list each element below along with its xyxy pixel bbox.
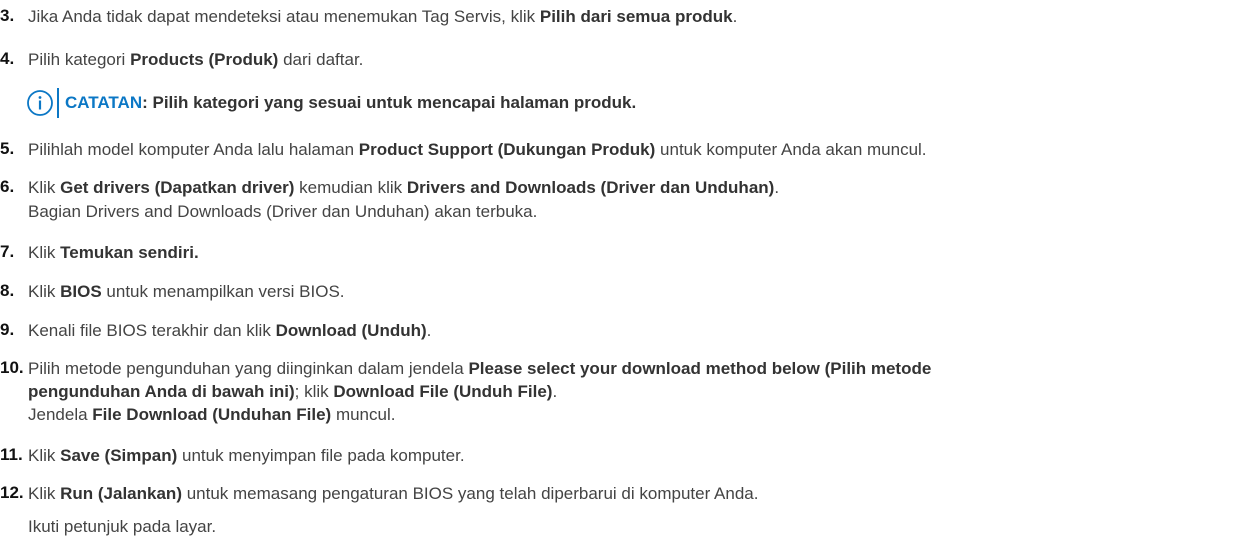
final-instruction-text: Ikuti petunjuk pada layar. <box>28 517 217 536</box>
step-number: 8. <box>0 281 15 300</box>
step-subtext: Bagian Drivers and Downloads (Driver dan… <box>28 202 538 221</box>
step-text-line-2: pengunduhan Anda di bawah ini); klik Dow… <box>28 382 558 401</box>
step-text: Klik Save (Simpan) untuk menyimpan file … <box>28 446 465 465</box>
step-text: Pilihlah model komputer Anda lalu halama… <box>28 140 927 159</box>
step-text: Klik Run (Jalankan) untuk memasang penga… <box>28 484 759 503</box>
step-text: Klik BIOS untuk menampilkan versi BIOS. <box>28 282 345 301</box>
step-text-line-3: Jendela File Download (Unduhan File) mun… <box>28 405 396 424</box>
note-label: CATATAN <box>65 93 143 112</box>
step-text: Klik Get drivers (Dapatkan driver) kemud… <box>28 178 780 197</box>
document-page: 3. Jika Anda tidak dapat mendeteksi atau… <box>0 0 1258 544</box>
step-number: 11. <box>0 445 23 464</box>
step-number: 6. <box>0 177 15 196</box>
step-number: 5. <box>0 139 15 158</box>
step-number: 3. <box>0 6 15 25</box>
step-number: 4. <box>0 49 15 68</box>
step-text: Klik Temukan sendiri. <box>28 243 199 262</box>
step-text: Jika Anda tidak dapat mendeteksi atau me… <box>28 7 738 26</box>
note-text: CATATAN: Pilih kategori yang sesuai untu… <box>65 93 637 112</box>
step-number: 10. <box>0 358 24 377</box>
step-text: Kenali file BIOS terakhir dan klik Downl… <box>28 321 432 340</box>
step-number: 12. <box>0 483 24 502</box>
info-icon <box>27 90 53 116</box>
step-number: 7. <box>0 242 15 261</box>
step-text: Pilih metode pengunduhan yang diinginkan… <box>28 359 932 378</box>
step-text: Pilih kategori Products (Produk) dari da… <box>28 50 364 69</box>
step-number: 9. <box>0 320 15 339</box>
note-callout: CATATAN: Pilih kategori yang sesuai untu… <box>26 88 1026 118</box>
note-divider <box>57 88 59 118</box>
